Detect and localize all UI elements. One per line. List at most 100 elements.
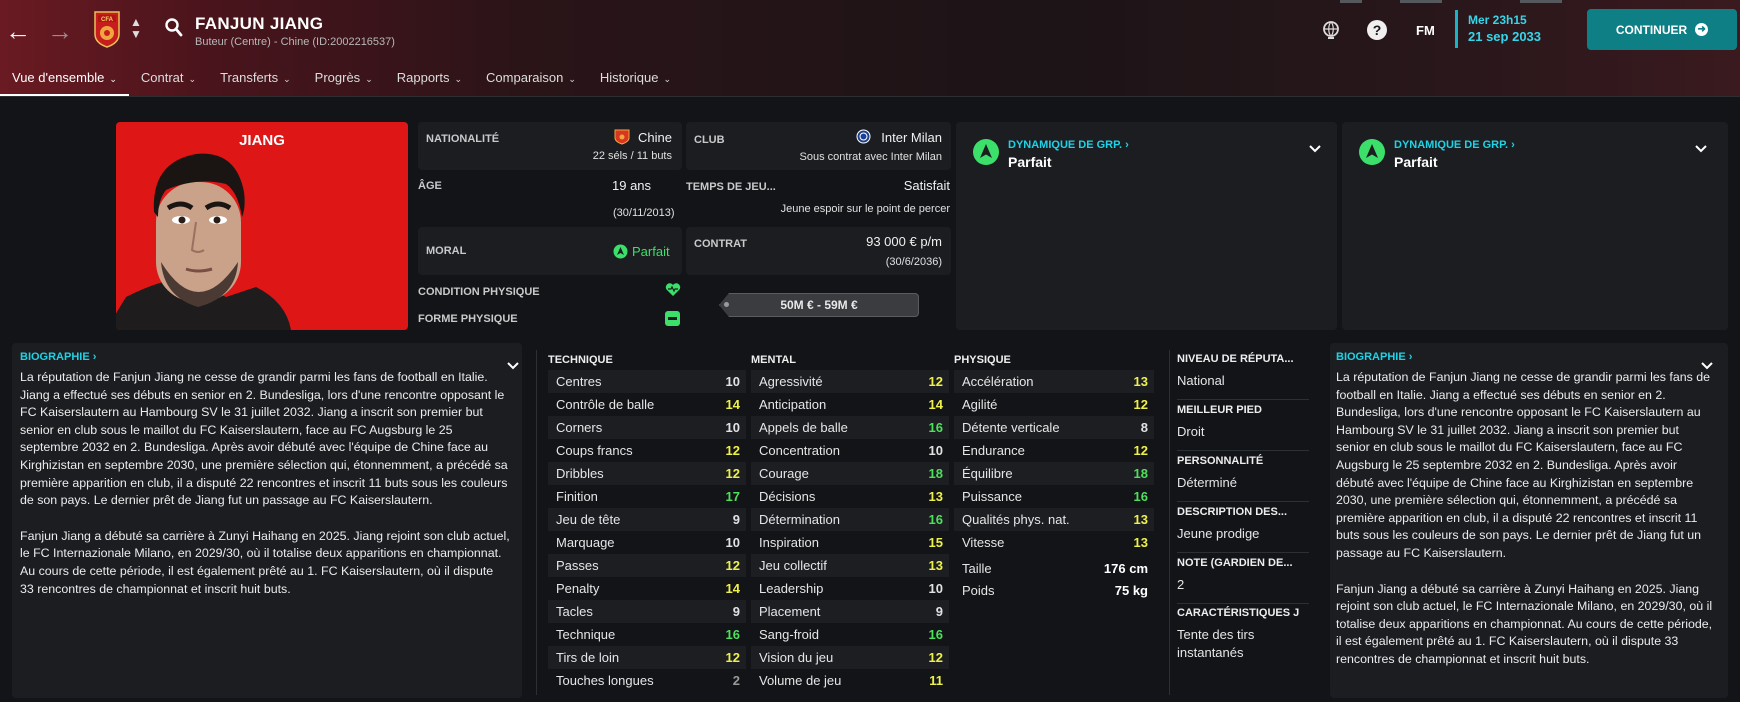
attribute-value: 16 [928, 512, 943, 527]
nationality-panel[interactable]: NATIONALITÉ Chine 22 séls / 11 buts [418, 122, 682, 170]
help-icon[interactable]: ? [1366, 19, 1388, 41]
attribute-value: 16 [725, 627, 740, 642]
biography-title: BIOGRAPHIE [1336, 351, 1406, 363]
attribute-row[interactable]: Dribbles 12 [548, 462, 746, 485]
detail-value: National [1177, 373, 1225, 388]
attribute-value: 9 [732, 512, 740, 527]
attribute-name: Marquage [556, 535, 615, 550]
attribute-row[interactable]: Inspiration 15 [751, 531, 949, 554]
attribute-row[interactable]: Centres 10 [548, 370, 746, 393]
detail-label: DESCRIPTION DES... [1177, 506, 1288, 518]
dynamics-link-1[interactable]: DYNAMIQUE DE GRP. › [1008, 139, 1129, 151]
dynamics-panel-2: DYNAMIQUE DE GRP. › Parfait [1342, 122, 1728, 330]
header-bar: ← → CFA ▲ ▼ FANJUN JIANG Buteur (Centre) … [0, 0, 1740, 97]
attribute-row[interactable]: Touches longues 2 [548, 669, 746, 692]
fm-menu[interactable]: FM [1416, 23, 1435, 38]
attribute-row[interactable]: Qualités phys. nat. 13 [954, 508, 1154, 531]
attribute-row[interactable]: Endurance 12 [954, 439, 1154, 462]
biography-link-1[interactable]: BIOGRAPHIE › [20, 351, 96, 363]
globe-icon[interactable] [1320, 19, 1342, 41]
sort-arrows-icon[interactable]: ▲ ▼ [130, 16, 142, 44]
attribute-row[interactable]: Passes 12 [548, 554, 746, 577]
attribute-row[interactable]: Concentration 10 [751, 439, 949, 462]
attribute-row[interactable]: Coups francs 12 [548, 439, 746, 462]
attribute-row[interactable]: Puissance 16 [954, 485, 1154, 508]
dynamics-link-2[interactable]: DYNAMIQUE DE GRP. › [1394, 139, 1515, 151]
attribute-row[interactable]: Jeu de tête 9 [548, 508, 746, 531]
top-stripe [1340, 0, 1362, 3]
morale-panel[interactable]: MORAL Parfait [418, 227, 682, 275]
attribute-name: Centres [556, 374, 602, 389]
contract-panel[interactable]: CONTRAT 93 000 € p/m (30/6/2036) [686, 227, 951, 275]
attribute-row[interactable]: Appels de balle 16 [751, 416, 949, 439]
attribute-row[interactable]: Anticipation 14 [751, 393, 949, 416]
contract-end: (30/6/2036) [885, 256, 942, 268]
tab-reports[interactable]: Rapports ⌄ [385, 66, 474, 96]
tab-comparison[interactable]: Comparaison ⌄ [474, 66, 588, 96]
condition-label: CONDITION PHYSIQUE [418, 286, 540, 298]
attribute-name: Jeu de tête [556, 512, 621, 527]
detail-divider [1177, 603, 1309, 604]
chevron-down-icon: ⌄ [109, 74, 117, 84]
attribute-row[interactable]: Agressivité 12 [751, 370, 949, 393]
attribute-row[interactable]: Technique 16 [548, 623, 746, 646]
attribute-row[interactable]: Finition 17 [548, 485, 746, 508]
attribute-row[interactable]: Leadership 10 [751, 577, 949, 600]
club-value[interactable]: Inter Milan [881, 130, 942, 145]
top-stripe [1400, 0, 1442, 3]
attribute-name: Tirs de loin [556, 650, 620, 665]
attribute-row[interactable]: Penalty 14 [548, 577, 746, 600]
attribute-value: 14 [725, 397, 740, 412]
attr-divider [536, 350, 537, 695]
biography-text-1: La réputation de Fanjun Jiang ne cesse d… [20, 369, 510, 616]
attribute-row[interactable]: Vitesse 13 [954, 531, 1154, 554]
attribute-row[interactable]: Tirs de loin 12 [548, 646, 746, 669]
attribute-row[interactable]: Sang-froid 16 [751, 623, 949, 646]
tab-transfers[interactable]: Transferts ⌄ [208, 66, 303, 96]
weight-value: 75 kg [1114, 583, 1148, 598]
attribute-row[interactable]: Vision du jeu 12 [751, 646, 949, 669]
attribute-row[interactable]: Marquage 10 [548, 531, 746, 554]
attribute-row[interactable]: Détente verticale 8 [954, 416, 1154, 439]
back-arrow-icon[interactable]: ← [5, 16, 31, 47]
attribute-name: Décisions [759, 489, 816, 504]
tab-history[interactable]: Historique ⌄ [588, 66, 683, 96]
chevron-down-icon[interactable] [1694, 144, 1708, 154]
forward-arrow-icon[interactable]: → [47, 16, 73, 47]
attribute-row[interactable]: Agilité 12 [954, 393, 1154, 416]
attribute-row[interactable]: Accélération 13 [954, 370, 1154, 393]
attribute-row[interactable]: Décisions 13 [751, 485, 949, 508]
contract-status: Sous contrat avec Inter Milan [799, 151, 942, 163]
attribute-value: 12 [928, 650, 943, 665]
chevron-down-icon: ⌄ [365, 74, 373, 84]
attribute-row[interactable]: Volume de jeu 11 [751, 669, 949, 692]
attribute-name: Coups francs [556, 443, 633, 458]
attribute-value: 14 [725, 581, 740, 596]
attribute-row[interactable]: Placement 9 [751, 600, 949, 623]
tab-overview[interactable]: Vue d'ensemble ⌄ [0, 66, 129, 96]
age-value: 19 ans [612, 178, 652, 193]
biography-text-2: La réputation de Fanjun Jiang ne cesse d… [1336, 369, 1714, 687]
attribute-row[interactable]: Tacles 9 [548, 600, 746, 623]
attribute-row[interactable]: Équilibre 18 [954, 462, 1154, 485]
transfer-value-tag[interactable]: 50M € - 59M € [719, 293, 919, 317]
attribute-name: Qualités phys. nat. [962, 512, 1070, 527]
tab-contract[interactable]: Contrat ⌄ [129, 66, 208, 96]
attribute-name: Courage [759, 466, 809, 481]
biography-panel-2: BIOGRAPHIE › La réputation de Fanjun Jia… [1330, 343, 1728, 698]
attribute-value: 12 [725, 443, 740, 458]
biography-link-2[interactable]: BIOGRAPHIE › [1336, 351, 1412, 363]
tab-progress[interactable]: Progrès ⌄ [303, 66, 385, 96]
attribute-row[interactable]: Corners 10 [548, 416, 746, 439]
attribute-name: Leadership [759, 581, 824, 596]
attribute-row[interactable]: Détermination 16 [751, 508, 949, 531]
attribute-row[interactable]: Jeu collectif 13 [751, 554, 949, 577]
attribute-row[interactable]: Contrôle de balle 14 [548, 393, 746, 416]
attribute-row[interactable]: Courage 18 [751, 462, 949, 485]
chevron-down-icon[interactable] [1308, 144, 1322, 154]
continue-button[interactable]: CONTINUER ➜ [1587, 9, 1737, 50]
tab-label: Historique [599, 70, 659, 85]
detail-divider [1177, 450, 1309, 451]
search-icon[interactable] [164, 16, 184, 38]
club-panel[interactable]: CLUB Inter Milan Sous contrat avec Inter… [686, 122, 951, 170]
